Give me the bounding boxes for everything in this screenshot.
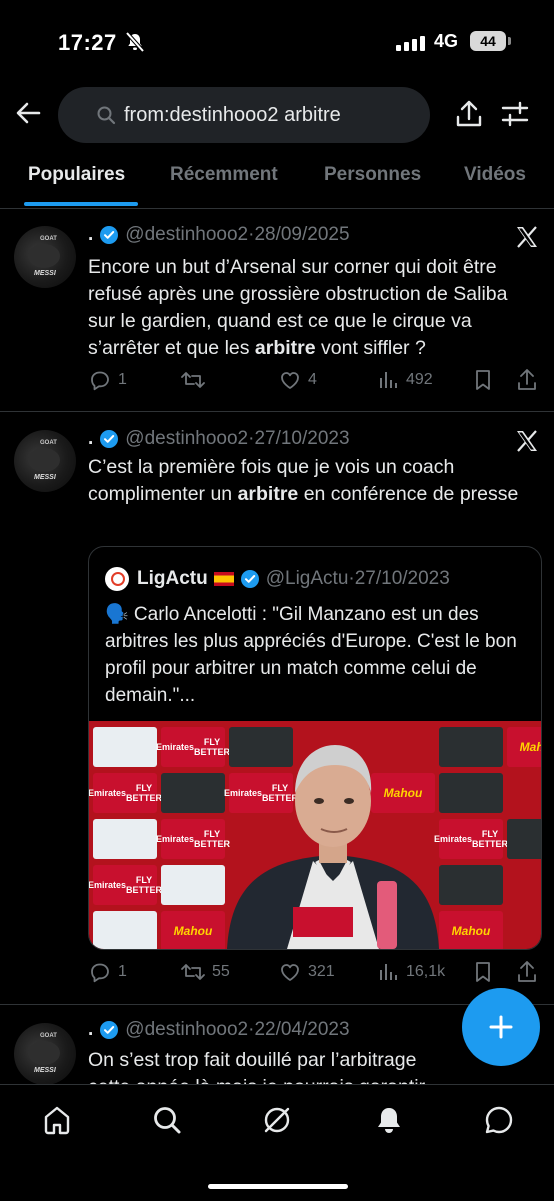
plus-icon [489, 1015, 513, 1039]
status-bar: 17:27 4G 44 [0, 0, 554, 82]
adidas-panel [507, 819, 541, 859]
status-time: 17:27 [58, 30, 117, 55]
tweet-header: . @destinhooo2 · 27/10/2023 [88, 428, 350, 450]
quote-text: 🗣️ Carlo Ancelotti : "Gil Manzano est un… [105, 604, 517, 706]
search-query: from:destinhooo2 arbitre [124, 103, 341, 126]
back-arrow-icon[interactable] [14, 99, 42, 127]
retweet-button[interactable]: 55 [180, 960, 230, 984]
coach-figure [227, 745, 439, 949]
battery-indicator: 44 [470, 31, 506, 51]
avatar[interactable]: GOAT MESSI [14, 430, 76, 492]
ligactu-avatar[interactable] [105, 567, 129, 591]
search-tabs: Populaires Récemment Personnes Vidéos [0, 152, 554, 209]
tab-populaires[interactable]: Populaires [28, 164, 125, 186]
views-button[interactable]: 16,1k [376, 960, 445, 984]
silent-bell-icon [124, 31, 146, 53]
search-icon [96, 105, 116, 125]
verified-badge-icon [99, 429, 119, 449]
tweet-header: . @destinhooo2 · 22/04/2023 [88, 1019, 350, 1041]
quote-display-name[interactable]: LigActu [137, 568, 208, 590]
handle[interactable]: @destinhooo2 [125, 224, 248, 246]
views-button[interactable]: 492 [376, 368, 433, 392]
grok-icon[interactable] [260, 1103, 294, 1137]
share-tweet-button[interactable] [516, 960, 544, 984]
quote-handle[interactable]: @LigActu [266, 568, 349, 590]
like-button[interactable]: 4 [278, 368, 317, 392]
adidas-panel [161, 773, 225, 813]
signal-icon [396, 36, 425, 51]
tweet-text: C’est la première fois que je vois un co… [88, 456, 519, 505]
notifications-icon[interactable] [372, 1103, 406, 1137]
tweet-actions: 1 55 321 16,1k [88, 960, 538, 990]
bookmark-button[interactable] [472, 960, 500, 984]
display-name[interactable]: . [88, 1019, 93, 1041]
bmw-panel [93, 727, 157, 767]
tab-personnes[interactable]: Personnes [324, 164, 421, 186]
verified-badge-icon [240, 569, 260, 589]
tweet-text: Encore un but d’Arsenal sur corner qui d… [88, 256, 508, 359]
home-indicator [208, 1184, 348, 1189]
home-icon[interactable] [40, 1103, 74, 1137]
quote-date[interactable]: 27/10/2023 [355, 568, 450, 590]
tab-videos[interactable]: Vidéos [464, 164, 526, 186]
display-name[interactable]: . [88, 224, 93, 246]
tweet-date[interactable]: 28/09/2025 [254, 224, 349, 246]
avatar[interactable]: GOAT MESSI [14, 1023, 76, 1084]
tab-recemment[interactable]: Récemment [170, 164, 278, 186]
emirates-panel: Emirates FLY BETTER [156, 727, 230, 767]
retweet-button[interactable] [180, 368, 212, 392]
tweet-date[interactable]: 27/10/2023 [254, 428, 349, 450]
x-logo-icon [514, 224, 540, 250]
handle[interactable]: @destinhooo2 [125, 1019, 248, 1041]
mahou-panel: Mahou [507, 727, 541, 767]
display-name[interactable]: . [88, 428, 93, 450]
spain-flag-icon [213, 572, 234, 586]
reply-button[interactable]: 1 [88, 368, 127, 392]
tweet-header: . @destinhooo2 · 28/09/2025 [88, 224, 350, 246]
search-nav-icon[interactable] [150, 1103, 184, 1137]
verified-badge-icon [99, 1020, 119, 1040]
quote-header: LigActu @LigActu · 27/10/2023 [105, 567, 450, 591]
emirates-panel: Emirates FLY BETTER [89, 773, 162, 813]
bmw-panel [93, 911, 157, 949]
tweet-text: On s’est trop fait douillé par l’arbitra… [88, 1049, 425, 1084]
x-logo-icon [514, 428, 540, 454]
reply-button[interactable]: 1 [88, 960, 127, 984]
bookmark-button[interactable] [472, 368, 500, 392]
share-tweet-button[interactable] [516, 368, 544, 392]
network-label: 4G [434, 31, 459, 51]
share-icon[interactable] [454, 99, 484, 129]
handle[interactable]: @destinhooo2 [125, 428, 248, 450]
search-input[interactable]: from:destinhooo2 arbitre [58, 87, 430, 143]
tweet[interactable]: GOAT MESSI . @destinhooo2 · 28/09/2025 E… [0, 208, 554, 412]
quoted-tweet[interactable]: LigActu @LigActu · 27/10/2023 🗣️ Carlo A… [88, 546, 542, 950]
messages-icon[interactable] [482, 1103, 516, 1137]
avatar[interactable]: GOAT MESSI [14, 226, 76, 288]
mahou-panel: Mahou [161, 911, 225, 949]
active-tab-indicator [24, 202, 138, 206]
bmw-panel [161, 865, 225, 905]
tweet-actions: 1 4 492 [88, 368, 538, 398]
filter-sliders-icon[interactable] [500, 99, 530, 129]
press-conference-image[interactable]: EmiratesFLY BETTER Mahou EmiratesFLY BET… [89, 721, 541, 949]
verified-badge-icon [99, 225, 119, 245]
emirates-panel: Emirates FLY BETTER [89, 865, 162, 905]
battery-tip [508, 37, 511, 45]
compose-button[interactable] [462, 988, 540, 1066]
bmw-panel [93, 819, 157, 859]
emirates-panel: Emirates FLY BETTER [156, 819, 230, 859]
like-button[interactable]: 321 [278, 960, 335, 984]
tweet-date[interactable]: 22/04/2023 [254, 1019, 349, 1041]
